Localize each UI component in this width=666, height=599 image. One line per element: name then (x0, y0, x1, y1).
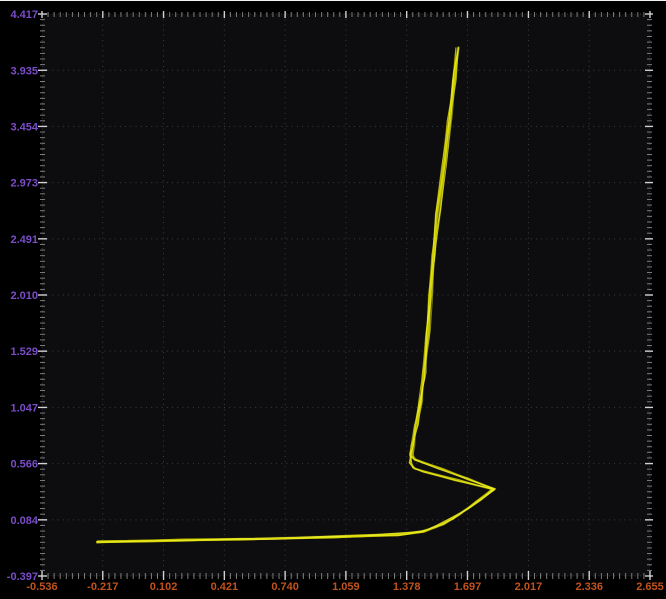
y-axis-tick-label: 2.973 (10, 178, 38, 190)
x-axis-tick-label: 0.102 (150, 581, 178, 593)
x-axis-tick-label: 2.017 (515, 581, 543, 593)
x-axis-tick-label: 0.740 (271, 581, 299, 593)
x-axis-tick-label: 1.697 (454, 581, 482, 593)
y-axis-tick-label: 2.491 (10, 234, 38, 246)
x-axis-tick-label: -0.536 (26, 581, 57, 593)
xy-plot-canvas: 4.417 3.935 3.454 2.973 2.491 2.010 1.529 1.047… (0, 1, 666, 599)
xy-plot-widget[interactable]: 4.417 3.935 3.454 2.973 2.491 2.010 1.529 1.047… (0, 0, 666, 598)
y-axis-tick-label: 2.010 (10, 290, 38, 302)
y-axis-tick-label: 3.454 (10, 121, 38, 133)
y-axis-tick-label: 1.529 (10, 346, 38, 358)
y-axis-tick-label: 0.566 (10, 459, 38, 471)
x-axis-tick-label: 1.059 (332, 581, 360, 593)
x-axis-tick-label: -0.217 (87, 581, 118, 593)
x-axis-tick-label: 1.378 (393, 581, 421, 593)
y-axis-tick-label: 1.047 (10, 402, 38, 414)
x-axis-tick-label: 2.655 (636, 581, 664, 593)
x-axis-tick-label: 0.421 (211, 581, 239, 593)
x-axis-tick-label: 2.336 (575, 581, 603, 593)
y-axis-tick-label: 4.417 (10, 9, 38, 21)
y-axis-tick-label: 3.935 (10, 65, 38, 77)
y-axis-tick-label: 0.084 (10, 515, 38, 527)
